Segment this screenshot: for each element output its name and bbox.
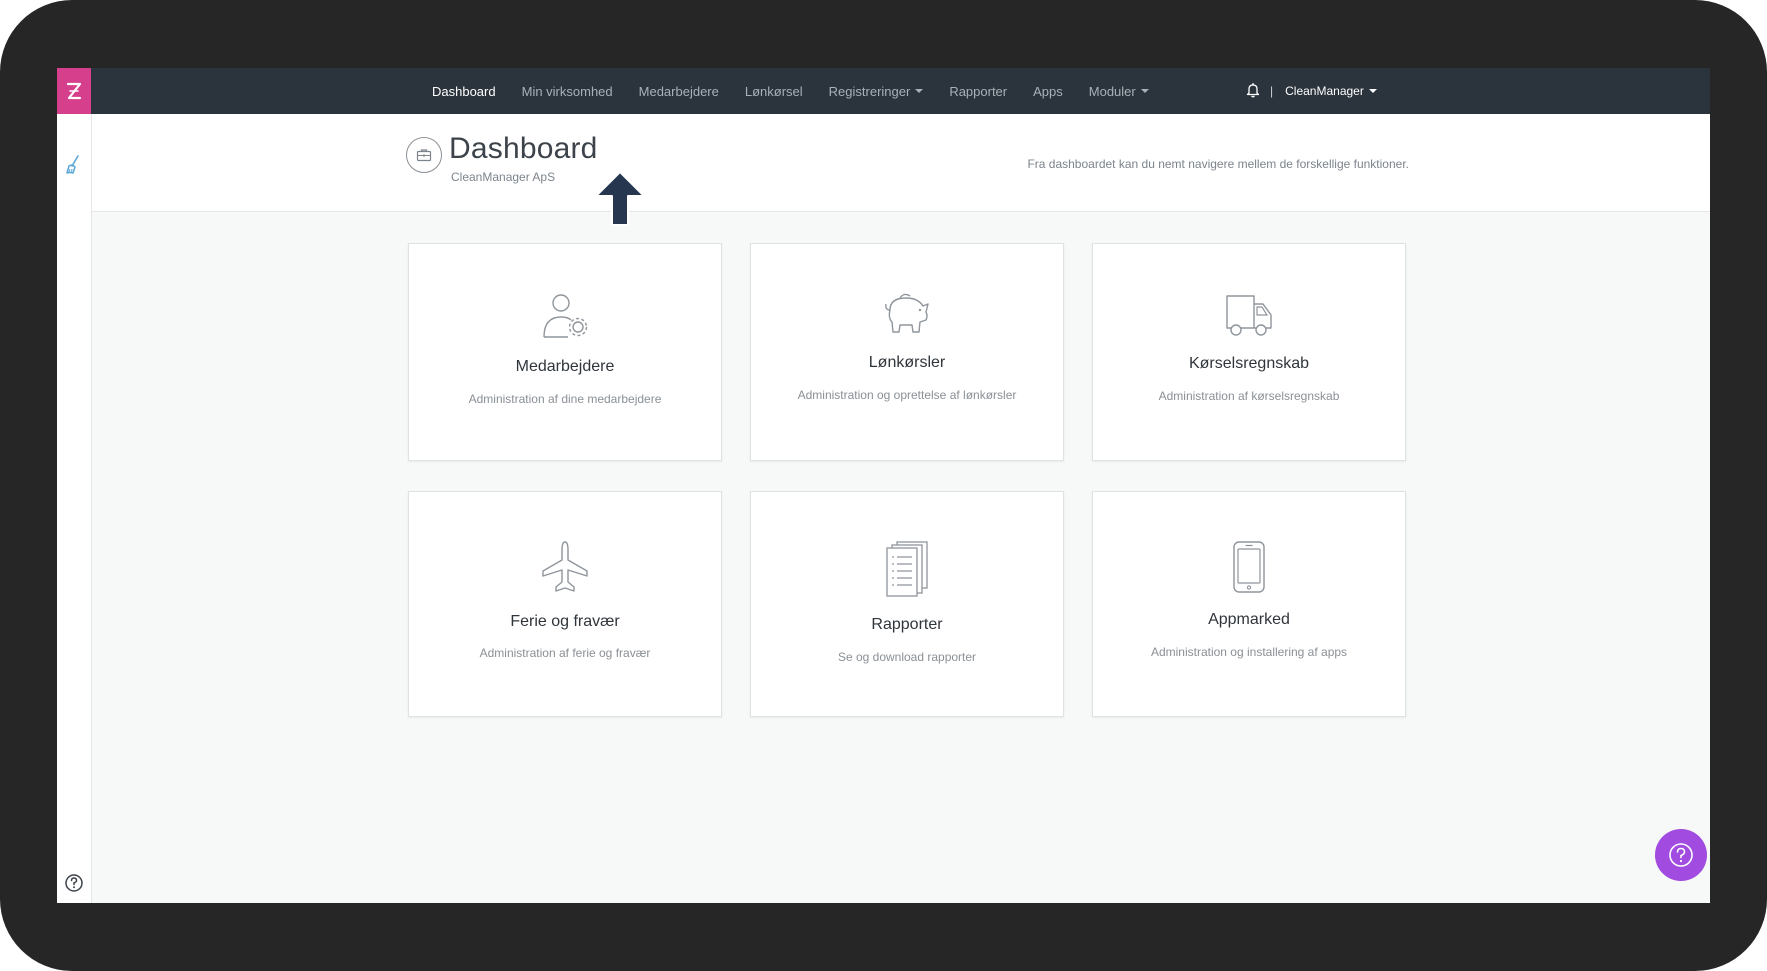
nav-item-min-virksomhed[interactable]: Min virksomhed xyxy=(522,84,613,99)
user-menu[interactable]: CleanManager xyxy=(1285,84,1377,98)
nav-item-label: Medarbejdere xyxy=(638,83,719,99)
dashboard-cards: Medarbejdere Administration af dine meda… xyxy=(408,243,1411,717)
caret-down-icon xyxy=(915,89,924,93)
user-gear-icon xyxy=(409,292,721,340)
document-icon xyxy=(751,540,1063,598)
smartphone-icon xyxy=(1093,540,1405,594)
card-title: Lønkørsler xyxy=(868,354,946,371)
card-description: Administration af kørselsregnskab xyxy=(1158,389,1340,403)
airplane-icon xyxy=(409,540,721,594)
device-frame: Dashboard Min virksomhed Medarbejdere Lø… xyxy=(0,0,1767,971)
nav-item-label: Dashboard xyxy=(432,83,496,99)
page-title: Dashboard xyxy=(449,132,598,165)
help-button[interactable] xyxy=(1655,829,1707,881)
nav-item-lonkorsel[interactable]: Lønkørsel xyxy=(745,84,803,99)
piggy-bank-icon xyxy=(751,290,1063,336)
sidebar-help-icon[interactable] xyxy=(57,871,91,895)
card-rapporter[interactable]: Rapporter Se og download rapporter xyxy=(750,491,1064,717)
nav-item-moduler[interactable]: Moduler xyxy=(1089,84,1149,99)
nav-item-label: Registreringer xyxy=(828,83,911,99)
card-medarbejdere[interactable]: Medarbejdere Administration af dine meda… xyxy=(408,243,722,461)
nav-links: Dashboard Min virksomhed Medarbejdere Lø… xyxy=(432,68,1175,114)
card-title: Appmarked xyxy=(1208,611,1290,628)
caret-down-icon xyxy=(1368,89,1377,93)
top-navigation: Dashboard Min virksomhed Medarbejdere Lø… xyxy=(91,68,1710,114)
card-description: Administration af dine medarbejdere xyxy=(468,392,662,406)
nav-item-registreringer[interactable]: Registreringer xyxy=(829,84,924,99)
nav-item-label: Min virksomhed xyxy=(521,83,613,99)
sidebar xyxy=(57,68,92,903)
nav-item-label: Lønkørsel xyxy=(744,83,803,99)
card-description: Administration af ferie og fravær xyxy=(479,646,651,660)
page-subtitle: CleanManager ApS xyxy=(451,170,556,184)
nav-item-label: Apps xyxy=(1033,83,1063,99)
app-logo[interactable] xyxy=(57,68,91,114)
card-ferie-og-fravaer[interactable]: Ferie og fravær Administration af ferie … xyxy=(408,491,722,717)
card-lonkorsler[interactable]: Lønkørsler Administration og oprettelse … xyxy=(750,243,1064,461)
user-name: CleanManager xyxy=(1285,84,1364,98)
logo-icon xyxy=(66,82,82,100)
card-description: Se og download rapporter xyxy=(837,650,977,664)
card-title: Ferie og fravær xyxy=(510,613,620,630)
card-title: Kørselsregnskab xyxy=(1188,355,1310,372)
card-description: Administration og oprettelse af lønkørsl… xyxy=(797,388,1017,402)
card-korselsregnskab[interactable]: Kørselsregnskab Administration af kørsel… xyxy=(1092,243,1406,461)
nav-separator: | xyxy=(1270,84,1274,98)
card-description: Administration og installering af apps xyxy=(1150,645,1348,659)
nav-item-apps[interactable]: Apps xyxy=(1033,84,1063,99)
nav-item-rapporter[interactable]: Rapporter xyxy=(949,84,1007,99)
card-title: Rapporter xyxy=(871,616,943,633)
caret-down-icon xyxy=(1140,89,1149,93)
nav-item-label: Rapporter xyxy=(949,83,1008,99)
nav-item-dashboard[interactable]: Dashboard xyxy=(432,84,496,99)
briefcase-icon xyxy=(406,137,442,173)
page-header: Dashboard CleanManager ApS Fra dashboard… xyxy=(92,114,1710,212)
bell-icon[interactable] xyxy=(1246,82,1260,101)
app-screen: Dashboard Min virksomhed Medarbejdere Lø… xyxy=(57,68,1710,903)
question-icon xyxy=(1669,843,1693,867)
sidebar-broom-icon[interactable] xyxy=(57,150,91,180)
truck-icon xyxy=(1093,292,1405,338)
nav-right: | CleanManager xyxy=(1246,68,1377,114)
pointer-arrow-icon xyxy=(595,171,645,226)
card-title: Medarbejdere xyxy=(515,358,615,375)
page-description: Fra dashboardet kan du nemt navigere mel… xyxy=(1027,157,1409,171)
card-appmarked[interactable]: Appmarked Administration og installering… xyxy=(1092,491,1406,717)
nav-item-medarbejdere[interactable]: Medarbejdere xyxy=(639,84,719,99)
nav-item-label: Moduler xyxy=(1088,83,1136,99)
